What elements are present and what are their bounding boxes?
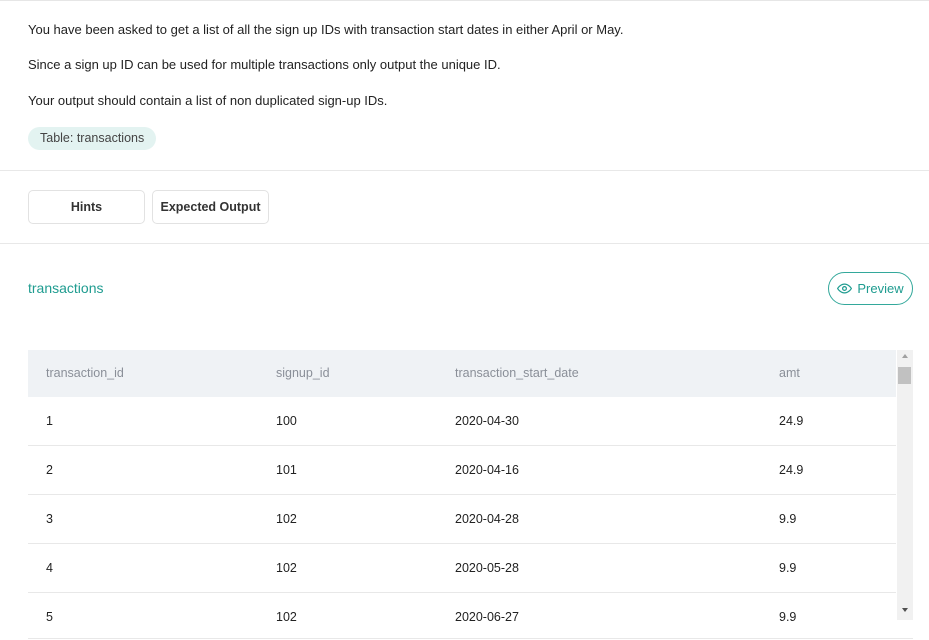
eye-icon	[837, 281, 853, 296]
column-header: amt	[779, 366, 800, 380]
table-row: 2 101 2020-04-16 24.9	[28, 446, 896, 495]
table-cell: 102	[276, 561, 297, 575]
table-cell: 2020-05-28	[455, 561, 519, 575]
question-text-line-2: Since a sign up ID can be used for multi…	[28, 57, 501, 72]
table-scrollbar[interactable]	[897, 350, 913, 620]
table-cell: 1	[46, 414, 53, 428]
table-cell: 2020-06-27	[455, 610, 519, 624]
table-cell: 24.9	[779, 463, 804, 477]
top-divider	[0, 0, 929, 1]
preview-button[interactable]: Preview	[828, 272, 913, 305]
preview-label: Preview	[857, 281, 904, 296]
scroll-down-arrow-icon[interactable]	[897, 607, 913, 617]
table-cell: 101	[276, 463, 297, 477]
divider	[0, 170, 929, 171]
data-table: transaction_id signup_id transaction_sta…	[28, 350, 896, 640]
question-text-line-3: Your output should contain a list of non…	[28, 93, 388, 108]
table-cell: 4	[46, 561, 53, 575]
table-header: transaction_id signup_id transaction_sta…	[28, 350, 896, 397]
table-row: 3 102 2020-04-28 9.9	[28, 495, 896, 544]
hints-button[interactable]: Hints	[28, 190, 145, 224]
column-header: transaction_id	[46, 366, 124, 380]
scrollbar-thumb[interactable]	[898, 367, 911, 384]
table-section-title: transactions	[28, 280, 104, 296]
table-cell: 24.9	[779, 414, 804, 428]
table-cell: 2020-04-28	[455, 512, 519, 526]
table-row: 1 100 2020-04-30 24.9	[28, 397, 896, 446]
divider	[28, 638, 913, 639]
column-header: signup_id	[276, 366, 330, 380]
table-cell: 5	[46, 610, 53, 624]
divider	[0, 243, 929, 244]
table-cell: 102	[276, 610, 297, 624]
table-cell: 102	[276, 512, 297, 526]
scroll-up-arrow-icon[interactable]	[897, 353, 913, 363]
table-cell: 9.9	[779, 610, 797, 624]
table-cell: 3	[46, 512, 53, 526]
column-header: transaction_start_date	[455, 366, 579, 380]
expected-output-button[interactable]: Expected Output	[152, 190, 269, 224]
table-cell: 100	[276, 414, 297, 428]
table-cell: 2020-04-30	[455, 414, 519, 428]
table-row: 4 102 2020-05-28 9.9	[28, 544, 896, 593]
table-name-chip: Table: transactions	[28, 127, 157, 150]
table-cell: 9.9	[779, 512, 797, 526]
table-row: 5 102 2020-06-27 9.9	[28, 593, 896, 640]
table-cell: 2020-04-16	[455, 463, 519, 477]
table-cell: 9.9	[779, 561, 797, 575]
question-text-line-1: You have been asked to get a list of all…	[28, 22, 624, 37]
table-cell: 2	[46, 463, 53, 477]
